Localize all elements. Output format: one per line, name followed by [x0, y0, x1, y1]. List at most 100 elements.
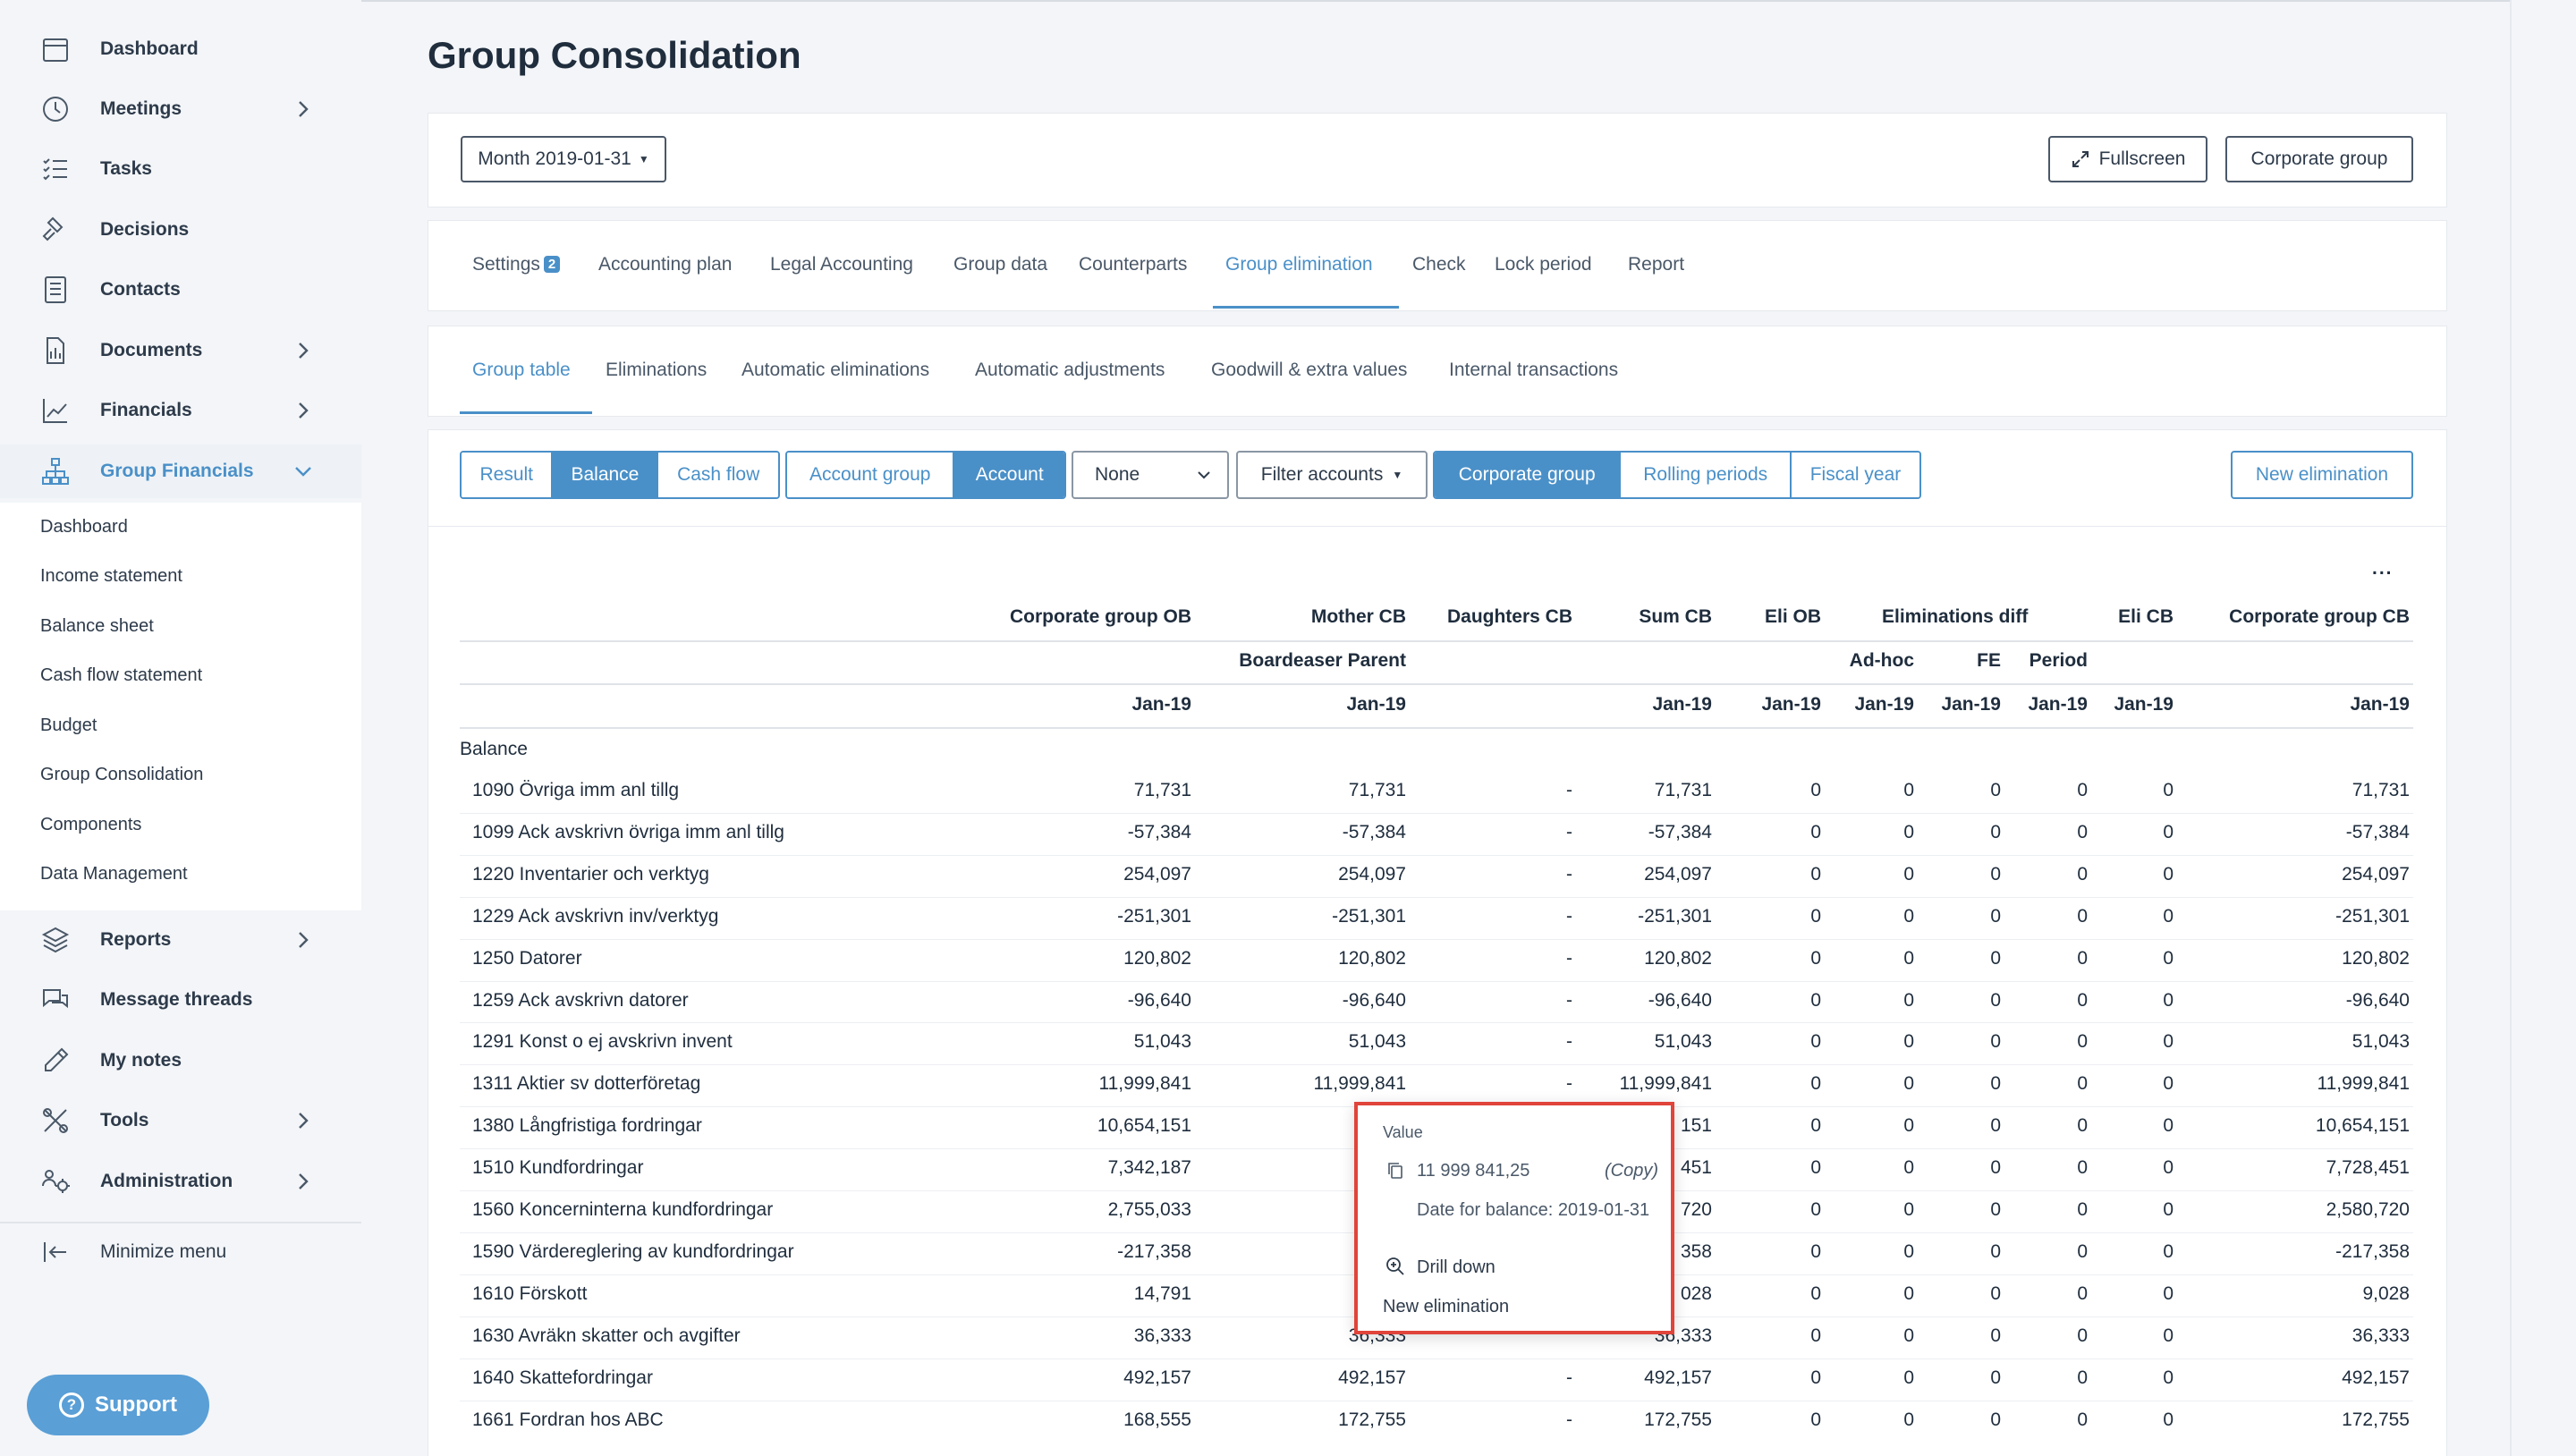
table-cell[interactable]: -: [1566, 906, 1572, 927]
table-cell[interactable]: 0: [1810, 1157, 1821, 1179]
table-cell[interactable]: 0: [1990, 1115, 2001, 1137]
table-cell[interactable]: 0: [2163, 1241, 2174, 1263]
subtab-automatic-adjustments[interactable]: Automatic adjustments: [975, 360, 1165, 381]
table-cell[interactable]: 172,755: [1644, 1409, 1712, 1431]
table-cell[interactable]: 0: [1903, 864, 1914, 885]
table-cell[interactable]: 9,028: [2362, 1283, 2410, 1305]
new-elimination-button[interactable]: New elimination: [2231, 451, 2413, 499]
table-cell[interactable]: 36,333: [1134, 1325, 1191, 1347]
submenu-item-components[interactable]: Components: [40, 815, 141, 835]
table-cell[interactable]: 0: [1810, 864, 1821, 885]
table-cell[interactable]: 2,580,720: [2326, 1199, 2410, 1221]
table-cell[interactable]: 0: [2163, 1115, 2174, 1137]
tab-check[interactable]: Check: [1412, 254, 1466, 275]
table-cell[interactable]: 0: [2077, 948, 2088, 969]
table-cell[interactable]: -251,301: [2335, 906, 2410, 927]
table-cell[interactable]: 36,333: [2352, 1325, 2410, 1347]
table-cell[interactable]: 0: [1903, 1073, 1914, 1095]
seg-balance[interactable]: Balance: [553, 453, 659, 497]
table-cell[interactable]: 720: [1681, 1199, 1712, 1221]
table-cell[interactable]: 0: [1990, 1157, 2001, 1179]
table-cell[interactable]: 254,097: [1644, 864, 1712, 885]
table-cell[interactable]: 0: [2163, 864, 2174, 885]
sidebar-item-administration[interactable]: Administration: [0, 1155, 361, 1208]
sidebar-item-reports[interactable]: Reports: [0, 913, 361, 967]
subtab-goodwill-extra-values[interactable]: Goodwill & extra values: [1211, 360, 1407, 381]
table-cell[interactable]: 0: [1903, 990, 1914, 1012]
sidebar-item-contacts[interactable]: Contacts: [0, 263, 361, 317]
sidebar-item-message-threads[interactable]: Message threads: [0, 973, 361, 1027]
minimize-menu-button[interactable]: Minimize menu: [0, 1225, 361, 1279]
table-cell[interactable]: 168,555: [1123, 1409, 1191, 1431]
table-cell[interactable]: -96,640: [1128, 990, 1191, 1012]
filter-accounts-dropdown[interactable]: Filter accounts ▼: [1236, 451, 1428, 499]
sidebar-item-my-notes[interactable]: My notes: [0, 1034, 361, 1088]
table-cell[interactable]: 0: [1990, 1241, 2001, 1263]
table-cell[interactable]: 0: [1810, 948, 1821, 969]
table-cell[interactable]: -57,384: [1128, 822, 1191, 843]
table-cell[interactable]: 0: [1903, 1283, 1914, 1305]
table-cell[interactable]: -: [1566, 990, 1572, 1012]
table-cell[interactable]: 0: [2077, 990, 2088, 1012]
table-cell[interactable]: 0: [1990, 1325, 2001, 1347]
table-cell[interactable]: 0: [1990, 780, 2001, 801]
subtab-eliminations[interactable]: Eliminations: [606, 360, 707, 381]
table-row[interactable]: [460, 939, 2413, 981]
table-cell[interactable]: 120,802: [1644, 948, 1712, 969]
seg-cash-flow[interactable]: Cash flow: [658, 453, 778, 497]
period-dropdown[interactable]: Month 2019-01-31 ▼: [461, 136, 666, 182]
tab-group-data[interactable]: Group data: [953, 254, 1047, 275]
seg-fiscal-year[interactable]: Fiscal year: [1791, 453, 1919, 497]
table-row[interactable]: [460, 1401, 2413, 1443]
table-cell[interactable]: -: [1566, 1367, 1572, 1389]
submenu-item-data-management[interactable]: Data Management: [40, 864, 188, 885]
corporate-group-button[interactable]: Corporate group: [2225, 136, 2413, 182]
submenu-item-dashboard[interactable]: Dashboard: [40, 517, 128, 538]
table-cell[interactable]: 0: [2077, 864, 2088, 885]
table-cell[interactable]: 0: [2163, 1073, 2174, 1095]
sidebar-item-meetings[interactable]: Meetings: [0, 82, 361, 136]
table-cell[interactable]: -57,384: [1648, 822, 1712, 843]
subtab-group-table[interactable]: Group table: [472, 360, 571, 381]
table-cell[interactable]: 492,157: [1338, 1367, 1406, 1389]
table-row[interactable]: [460, 1359, 2413, 1401]
table-cell[interactable]: 0: [1810, 1283, 1821, 1305]
table-cell[interactable]: 0: [1810, 1199, 1821, 1221]
table-cell[interactable]: 0: [2077, 1157, 2088, 1179]
table-cell[interactable]: 11,999,841: [2317, 1073, 2410, 1095]
table-cell[interactable]: 0: [2163, 906, 2174, 927]
table-cell[interactable]: -: [1566, 948, 1572, 969]
table-cell[interactable]: 0: [2077, 906, 2088, 927]
table-cell[interactable]: 7,728,451: [2326, 1157, 2410, 1179]
table-cell[interactable]: 0: [2077, 1199, 2088, 1221]
sidebar-item-financials[interactable]: Financials: [0, 384, 361, 437]
table-cell[interactable]: 0: [2163, 1199, 2174, 1221]
table-cell[interactable]: 71,731: [1349, 780, 1406, 801]
table-row[interactable]: [460, 897, 2413, 939]
none-select[interactable]: None: [1072, 451, 1229, 499]
table-cell[interactable]: -96,640: [1648, 990, 1712, 1012]
table-cell[interactable]: 0: [1903, 822, 1914, 843]
table-cell[interactable]: 358: [1681, 1241, 1712, 1263]
copy-link[interactable]: (Copy): [1605, 1161, 1658, 1181]
table-cell[interactable]: -217,358: [2335, 1241, 2410, 1263]
sidebar-item-group-financials[interactable]: Group Financials: [0, 444, 361, 498]
table-cell[interactable]: 0: [1810, 780, 1821, 801]
submenu-item-cash-flow-statement[interactable]: Cash flow statement: [40, 665, 202, 686]
table-cell[interactable]: 0: [2077, 1283, 2088, 1305]
seg-rolling-periods[interactable]: Rolling periods: [1621, 453, 1792, 497]
table-cell[interactable]: 0: [1903, 780, 1914, 801]
table-cell[interactable]: -251,301: [1117, 906, 1191, 927]
sidebar-item-tools[interactable]: Tools: [0, 1094, 361, 1147]
table-cell[interactable]: -251,301: [1638, 906, 1712, 927]
table-cell[interactable]: 0: [1990, 1031, 2001, 1053]
table-cell[interactable]: 0: [1990, 822, 2001, 843]
table-cell[interactable]: -: [1566, 780, 1572, 801]
table-cell[interactable]: 14,791: [1134, 1283, 1191, 1305]
table-cell[interactable]: 0: [2163, 1157, 2174, 1179]
table-cell[interactable]: 0: [1990, 1199, 2001, 1221]
subtab-automatic-eliminations[interactable]: Automatic eliminations: [741, 360, 929, 381]
seg-account[interactable]: Account: [954, 453, 1064, 497]
table-cell[interactable]: 151: [1681, 1115, 1712, 1137]
table-cell[interactable]: 11,999,841: [1619, 1073, 1712, 1095]
